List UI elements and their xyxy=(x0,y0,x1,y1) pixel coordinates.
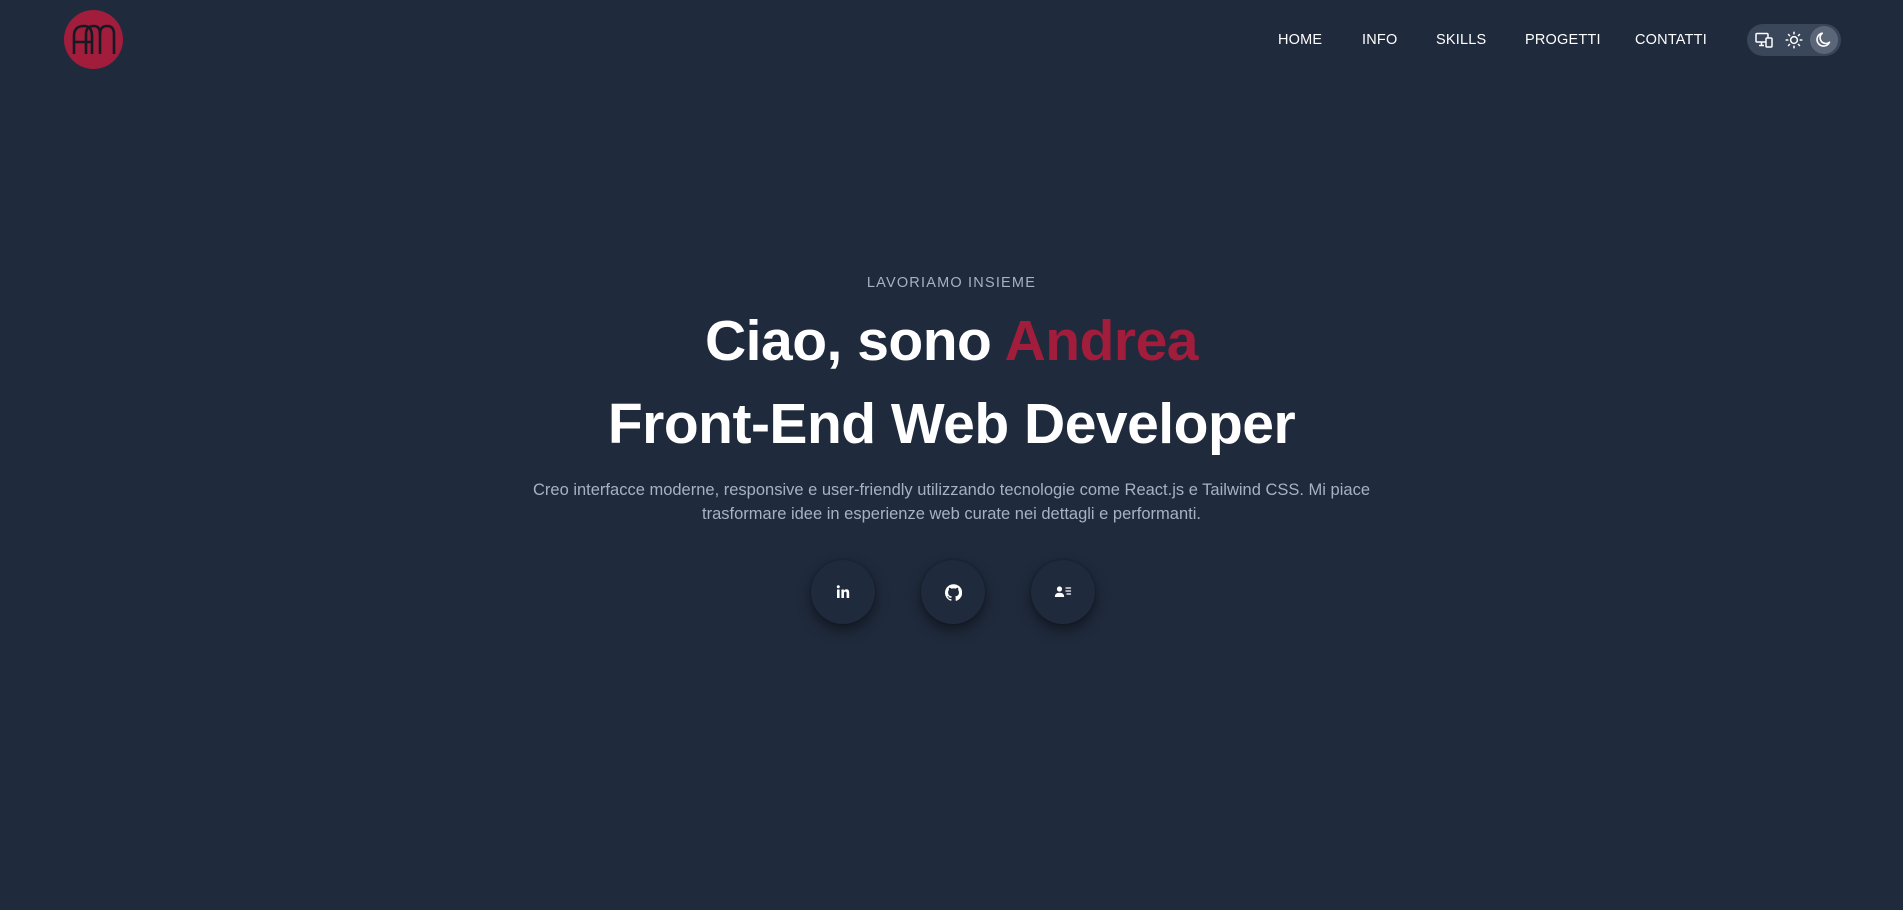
linkedin-icon xyxy=(836,585,850,598)
nav-item-progetti[interactable]: PROGETTI xyxy=(1525,30,1601,50)
logo[interactable] xyxy=(64,10,123,69)
contact-card-button[interactable] xyxy=(1031,560,1095,624)
nav-item-skills[interactable]: SKILLS xyxy=(1436,30,1486,50)
github-button[interactable] xyxy=(921,560,985,624)
hero-role: Front-End Web Developer xyxy=(607,392,1296,456)
theme-light-button[interactable] xyxy=(1780,26,1808,54)
linkedin-button[interactable] xyxy=(811,560,875,624)
contact-card-icon xyxy=(1054,586,1072,597)
header: HOME INFO SKILLS PROGETTI CONTATTI xyxy=(0,0,1903,80)
hero-greeting: Ciao, sono xyxy=(705,309,1005,373)
social-links xyxy=(0,560,1903,624)
theme-system-button[interactable] xyxy=(1750,26,1778,54)
moon-icon xyxy=(1816,32,1831,47)
theme-dark-button[interactable] xyxy=(1810,26,1838,54)
logo-icon xyxy=(72,24,115,54)
hero-eyebrow: LAVORIAMO INSIEME xyxy=(866,275,1037,291)
page: HOME INFO SKILLS PROGETTI CONTATTI LAVOR… xyxy=(0,0,1903,910)
hero-name: Andrea xyxy=(1004,309,1199,373)
hero-title: Ciao, sono Andrea xyxy=(0,305,1903,377)
sun-icon xyxy=(1785,31,1803,49)
nav-item-contatti[interactable]: CONTATTI xyxy=(1635,30,1707,50)
system-icon xyxy=(1755,32,1773,48)
theme-toggle xyxy=(1747,24,1841,56)
nav-item-info[interactable]: INFO xyxy=(1362,30,1397,50)
hero-description: Creo interfacce moderne, responsive e us… xyxy=(532,481,1370,523)
github-icon xyxy=(944,583,962,601)
nav-item-home[interactable]: HOME xyxy=(1278,30,1322,50)
